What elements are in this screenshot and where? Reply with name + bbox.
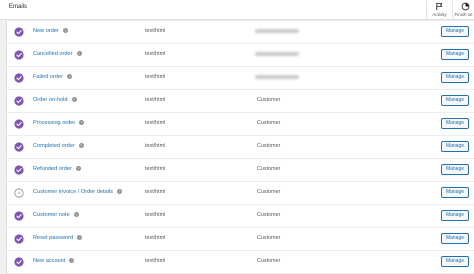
table-row: Failed order? text/html Manage	[6, 67, 474, 90]
enabled-check-icon	[14, 211, 24, 221]
email-name-link[interactable]: Processing order?	[33, 120, 85, 126]
content-type: text/html	[145, 51, 166, 57]
table-row: Customer invoice / Order details? text/ht…	[6, 182, 474, 205]
manage-button[interactable]: Manage	[441, 95, 469, 106]
enabled-check-icon	[14, 234, 24, 244]
manage-button[interactable]: Manage	[441, 49, 469, 60]
content-type: text/html	[145, 74, 166, 80]
help-tip-icon[interactable]: ?	[62, 28, 68, 33]
manage-button[interactable]: Manage	[441, 118, 469, 129]
email-name-text: Order on-hold	[33, 97, 68, 103]
recipient-redacted	[255, 52, 299, 56]
email-name-link[interactable]: New account?	[33, 258, 75, 264]
table-row: Processing order? text/html Customer Manage	[6, 113, 474, 136]
help-tip-icon[interactable]: ?	[79, 120, 85, 125]
help-tip-icon[interactable]: ?	[116, 189, 122, 194]
recipient: Customer	[257, 143, 281, 149]
table-row: Reset password? text/html Customer Manage	[6, 228, 474, 251]
email-name-text: Customer note	[33, 212, 70, 218]
help-tip-icon[interactable]: ?	[78, 143, 84, 148]
recipient: Customer	[257, 212, 281, 218]
email-name-text: Reset password	[33, 235, 74, 241]
email-name-link[interactable]: New order?	[33, 28, 68, 34]
recipient: Customer	[257, 258, 281, 264]
enabled-check-icon	[14, 119, 24, 129]
email-name-link[interactable]: Order on-hold?	[33, 97, 77, 103]
top-bar: Emails Activity Finish se	[0, 0, 474, 20]
enabled-check-icon	[14, 27, 24, 37]
email-name-link[interactable]: Reset password?	[33, 235, 83, 241]
finish-setup-label: Finish se	[454, 12, 473, 17]
email-name-text: Refunded order	[33, 166, 72, 172]
email-name-text: Processing order	[33, 120, 76, 126]
flag-icon	[436, 2, 443, 11]
enabled-check-icon	[14, 257, 24, 267]
manage-button[interactable]: Manage	[441, 26, 469, 37]
email-name-link[interactable]: Refunded order?	[33, 166, 81, 172]
enabled-check-icon	[14, 96, 24, 106]
recipient: Customer	[257, 189, 281, 195]
content-type: text/html	[145, 258, 166, 264]
manage-button[interactable]: Manage	[441, 256, 469, 267]
help-tip-icon[interactable]: ?	[66, 74, 72, 79]
manage-button[interactable]: Manage	[441, 187, 469, 198]
content-type: text/html	[145, 28, 166, 34]
help-tip-icon[interactable]: ?	[71, 97, 77, 102]
activity-button[interactable]: Activity	[426, 1, 452, 20]
recipient: Customer	[257, 235, 281, 241]
content-type: text/html	[145, 189, 166, 195]
recipient: Customer	[257, 97, 281, 103]
email-name-text: New account	[33, 258, 66, 264]
email-name-link[interactable]: Customer note?	[33, 212, 79, 218]
email-name-link[interactable]: Failed order?	[33, 74, 72, 80]
email-name-link[interactable]: Cancelled order?	[33, 51, 82, 57]
table-row: Order on-hold? text/html Customer Manage	[6, 90, 474, 113]
manage-button[interactable]: Manage	[441, 141, 469, 152]
email-name-link[interactable]: Completed order?	[33, 143, 84, 149]
email-name-link[interactable]: Customer invoice / Order details?	[33, 189, 122, 195]
activity-label: Activity	[432, 12, 447, 17]
manage-button[interactable]: Manage	[441, 164, 469, 175]
finish-setup-button[interactable]: Finish se	[452, 1, 474, 20]
email-name-text: New order	[33, 28, 59, 34]
progress-icon	[461, 2, 470, 11]
help-tip-icon[interactable]: ?	[73, 212, 79, 217]
recipient-redacted	[255, 29, 299, 33]
enabled-check-icon	[14, 142, 24, 152]
header-actions: Activity Finish se	[426, 1, 474, 20]
help-tip-icon[interactable]: ?	[77, 235, 83, 240]
content-type: text/html	[145, 97, 166, 103]
content-type: text/html	[145, 166, 166, 172]
manage-button[interactable]: Manage	[441, 210, 469, 221]
enabled-check-icon	[14, 50, 24, 60]
content-type: text/html	[145, 212, 166, 218]
table-row: New account? text/html Customer Manage	[6, 251, 474, 274]
help-tip-icon[interactable]: ?	[75, 166, 81, 171]
recipient: Customer	[257, 166, 281, 172]
table-row: Cancelled order? text/html Manage	[6, 44, 474, 67]
enabled-check-icon	[14, 73, 24, 83]
help-tip-icon[interactable]: ?	[76, 51, 82, 56]
page-title: Emails	[9, 4, 28, 10]
email-name-text: Completed order	[33, 143, 75, 149]
content-type: text/html	[145, 143, 166, 149]
content-type: text/html	[145, 235, 166, 241]
table-row: Refunded order? text/html Customer Manage	[6, 159, 474, 182]
disabled-circle-icon	[14, 188, 24, 198]
manage-button[interactable]: Manage	[441, 72, 469, 83]
table-row: Customer note? text/html Customer Manage	[6, 205, 474, 228]
recipient: Customer	[257, 120, 281, 126]
email-name-text: Customer invoice / Order details	[33, 189, 113, 195]
email-name-text: Cancelled order	[33, 51, 73, 57]
table-row: New order? text/html Manage	[6, 21, 474, 44]
enabled-check-icon	[14, 165, 24, 175]
manage-button[interactable]: Manage	[441, 233, 469, 244]
content-type: text/html	[145, 120, 166, 126]
email-name-text: Failed order	[33, 74, 63, 80]
table-row: Completed order? text/html Customer Manage	[6, 136, 474, 159]
recipient-redacted	[255, 75, 299, 79]
help-tip-icon[interactable]: ?	[69, 258, 75, 263]
